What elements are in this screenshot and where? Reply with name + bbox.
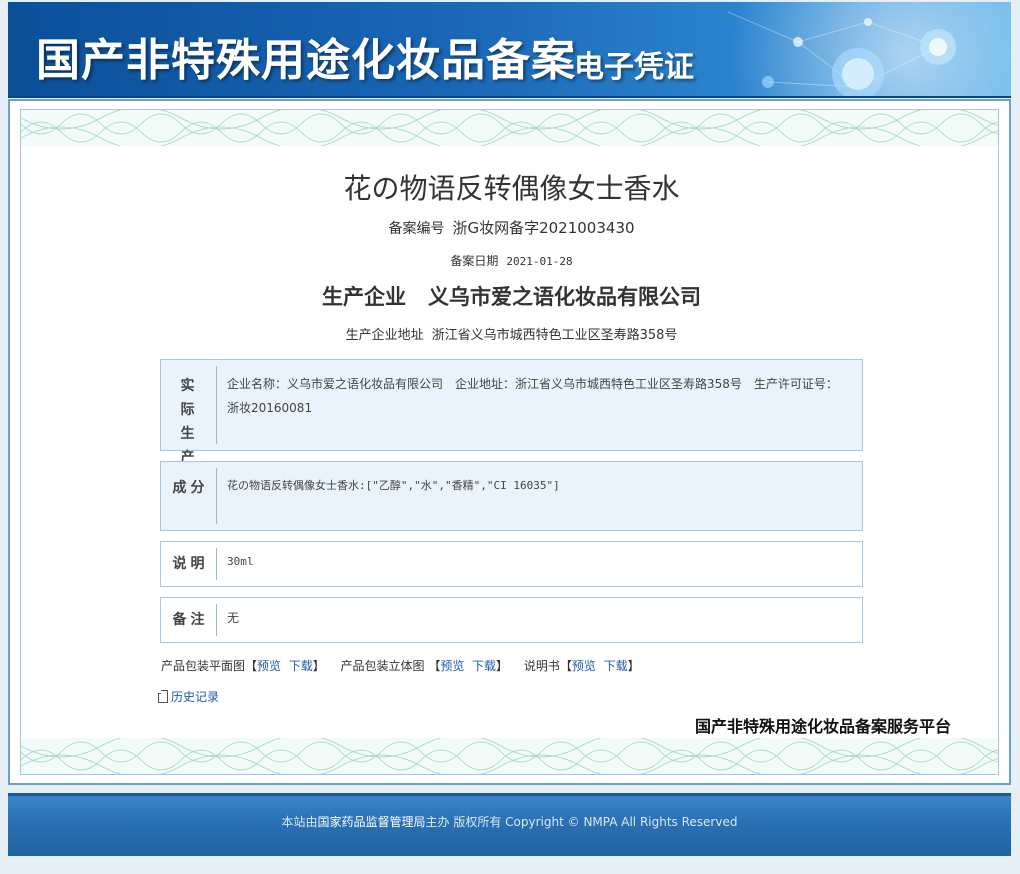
producer-name: 义乌市爱之语化妆品有限公司 (428, 284, 701, 309)
record-number-line: 备案编号 浙G妆网备字2021003430 (10, 217, 1013, 238)
certificate-frame: 花の物语反转偶像女士香水 备案编号 浙G妆网备字2021003430 备案日期 20… (8, 99, 1011, 785)
manual-label: 说明书 (523, 659, 560, 673)
manual-group: 说明书【预览 下载】 (523, 659, 640, 673)
description-label: 说明 (161, 548, 217, 580)
guilloche-bottom-decoration (21, 738, 998, 774)
history-link-label: 历史记录 (171, 690, 220, 704)
copyright-line: 本站由国家药品监督管理局主办 版权所有 Copyright © NMPA All… (8, 813, 1011, 830)
remarks-content: 无 (227, 611, 240, 625)
header-banner: 国产非特殊用途化妆品备案 电子凭证 (8, 2, 1011, 98)
producer-line: 生产企业 义乌市爱之语化妆品有限公司 (10, 281, 1013, 311)
actual-producer-label: 实际生产企业 (161, 366, 217, 514)
record-date-line: 备案日期 2021-01-28 (10, 252, 1013, 269)
platform-name: 国产非特殊用途化妆品备案服务平台 (695, 717, 952, 736)
ingredients-section: 成分 花の物语反转偶像女士香水:["乙醇","水","香精","CI 16035… (160, 461, 863, 531)
remarks-label: 备注 (161, 604, 217, 636)
banner-subtitle: 电子凭证 (574, 50, 694, 85)
package-3d-preview-link[interactable]: 预览 (440, 659, 464, 673)
actual-producer-section: 实际生产企业 企业名称：义乌市爱之语化妆品有限公司 企业地址：浙江省义乌市城西特… (160, 359, 863, 514)
package-flat-label: 产品包装平面图 (161, 659, 246, 673)
copyright-prefix: 本站由 (281, 815, 318, 829)
page-footer: 本站由国家药品监督管理局主办 版权所有 Copyright © NMPA All… (8, 793, 1011, 856)
package-3d-group: 产品包装立体图 【预览 下载】 (340, 659, 512, 673)
package-3d-download-link[interactable]: 下载 (472, 659, 496, 673)
record-number-value: 浙G妆网备字2021003430 (452, 219, 635, 237)
producer-address-label: 生产企业地址 (345, 328, 424, 343)
description-section: 说明 30ml (160, 541, 863, 587)
history-link[interactable]: 历史记录 (158, 688, 219, 705)
ingredients-label: 成分 (161, 468, 217, 524)
ingredients-content: 花の物语反转偶像女士香水:["乙醇","水","香精","CI 16035"] (227, 479, 560, 492)
record-date-label: 备案日期 (450, 254, 499, 268)
external-window-icon (158, 690, 168, 703)
producer-address-value: 浙江省义乌市城西特色工业区圣寿路358号 (431, 328, 678, 343)
guilloche-top-decoration (21, 110, 998, 146)
product-name: 花の物语反转偶像女士香水 (343, 172, 680, 205)
agency-name: 国家药品监督管理局 (317, 815, 426, 829)
record-number-label: 备案编号 (388, 221, 445, 237)
producer-label: 生产企业 (322, 284, 406, 309)
package-flat-download-link[interactable]: 下载 (289, 659, 313, 673)
package-flat-preview-link[interactable]: 预览 (257, 659, 281, 673)
producer-address-line: 生产企业地址 浙江省义乌市城西特色工业区圣寿路358号 (10, 324, 1013, 343)
manual-download-link[interactable]: 下载 (604, 659, 628, 673)
banner-title: 国产非特殊用途化妆品备案 (36, 35, 576, 86)
actual-producer-content: 企业名称：义乌市爱之语化妆品有限公司 企业地址：浙江省义乌市城西特色工业区圣寿路… (227, 377, 838, 415)
package-flat-group: 产品包装平面图【预览 下载】 (161, 659, 329, 673)
attachment-links: 产品包装平面图【预览 下载】 产品包装立体图 【预览 下载】 说明书【预览 下载… (161, 657, 652, 674)
package-3d-label: 产品包装立体图 (340, 659, 425, 673)
description-content: 30ml (227, 555, 254, 568)
remarks-section: 备注 无 (160, 597, 863, 643)
manual-preview-link[interactable]: 预览 (572, 659, 596, 673)
record-date-value: 2021-01-28 (506, 255, 573, 268)
copyright-suffix: 主办 版权所有 Copyright © NMPA All Rights Rese… (425, 815, 738, 829)
